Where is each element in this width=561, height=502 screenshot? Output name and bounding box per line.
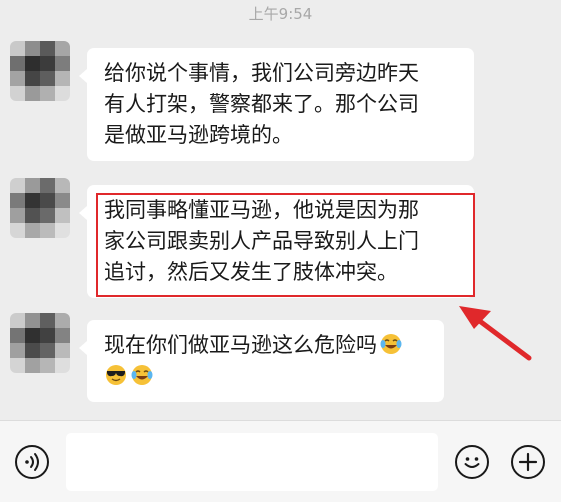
more-plus-button[interactable] bbox=[511, 445, 545, 479]
message-line: 是做亚马逊跨境的。 bbox=[104, 123, 293, 147]
smiling-face-with-sunglasses-icon bbox=[106, 365, 126, 385]
message-bubble[interactable]: 给你说个事情，我们公司旁边昨天 有人打架，警察都来了。那个公司 是做亚马逊跨境的… bbox=[79, 48, 474, 161]
message-line: 给你说个事情，我们公司旁边昨天 bbox=[104, 61, 419, 85]
message-line: 追讨，然后又发生了肢体冲突。 bbox=[104, 260, 398, 284]
message-line bbox=[104, 361, 428, 392]
message-bubble[interactable]: 现在你们做亚马逊这么危险吗 bbox=[79, 320, 444, 402]
message-line: 家公司跟卖别人产品导致别人上门 bbox=[104, 229, 419, 253]
message-input[interactable] bbox=[66, 433, 438, 491]
more-plus-icon bbox=[518, 452, 538, 472]
message-bubble[interactable]: 我同事略懂亚马逊，他说是因为那 家公司跟卖别人产品导致别人上门 追讨，然后又发生… bbox=[79, 185, 474, 298]
message-text: 现在你们做亚马逊这么危险吗 bbox=[104, 333, 377, 357]
annotation-arrow-icon bbox=[459, 306, 532, 361]
voice-input-button[interactable] bbox=[15, 445, 49, 479]
message-line: 现在你们做亚马逊这么危险吗 bbox=[104, 330, 428, 361]
voice-input-icon bbox=[25, 453, 39, 471]
input-bar bbox=[0, 420, 561, 502]
emoji-picker-button[interactable] bbox=[455, 445, 489, 479]
emoji-picker-icon bbox=[464, 457, 480, 468]
avatar[interactable] bbox=[10, 313, 70, 373]
message-line: 有人打架，警察都来了。那个公司 bbox=[104, 92, 419, 116]
face-with-tears-of-joy-icon bbox=[131, 365, 153, 385]
avatar[interactable] bbox=[10, 41, 70, 101]
timestamp: 上午9:54 bbox=[248, 5, 313, 23]
face-with-tears-of-joy-icon bbox=[380, 334, 402, 354]
message-line: 我同事略懂亚马逊，他说是因为那 bbox=[104, 198, 419, 222]
avatar[interactable] bbox=[10, 178, 70, 238]
